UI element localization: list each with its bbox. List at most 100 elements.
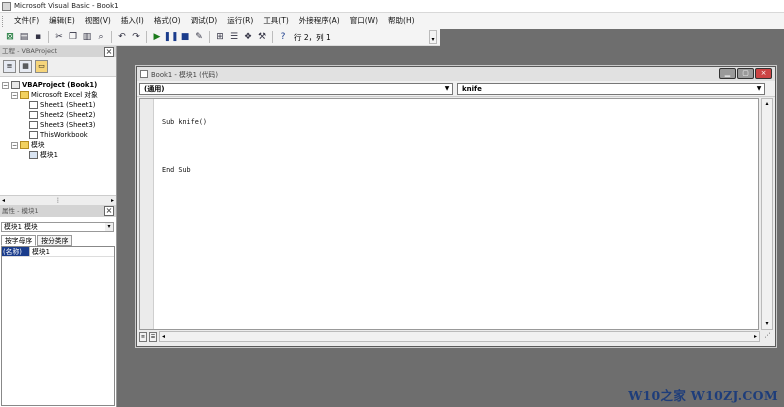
menu-file[interactable]: 文件(F) (9, 14, 44, 28)
properties-tabs: 按字母序 按分类序 (1, 235, 73, 246)
tree-node-sheet3[interactable]: Sheet3 (Sheet3) (2, 120, 115, 130)
paste-icon[interactable]: ▥ (81, 31, 93, 43)
code-margin[interactable] (140, 99, 154, 329)
view-code-icon[interactable]: ≡ (3, 60, 16, 73)
menu-help[interactable]: 帮助(H) (383, 14, 420, 28)
maximize-icon[interactable]: ▢ (737, 68, 754, 79)
code-vertical-scrollbar[interactable]: ▴ ▾ (761, 98, 773, 330)
tree-node-module1[interactable]: 模块1 (2, 150, 115, 160)
procedure-view-icon[interactable]: ≡ (139, 331, 147, 342)
resize-grip-icon[interactable]: ⋰ (762, 331, 773, 342)
chevron-down-icon[interactable]: ▼ (443, 85, 451, 93)
design-mode-icon[interactable]: ✎ (193, 31, 205, 43)
tree-node-project[interactable]: − VBAProject (Book1) (2, 80, 115, 90)
project-horizontal-scrollbar[interactable]: ◂ ⋮ ▸ (0, 195, 116, 205)
tab-alphabetic[interactable]: 按字母序 (1, 235, 37, 246)
project-explorer: 工程 - VBAProject × ≡ ▦ ▭ − VBAProject (Bo… (0, 46, 117, 205)
redo-icon[interactable]: ↷ (130, 31, 142, 43)
toolbar-separator (272, 31, 273, 43)
project-explorer-icon[interactable]: ⊞ (214, 31, 226, 43)
cursor-position: 行 2，列 1 (294, 32, 331, 42)
property-value[interactable]: 模块1 (29, 247, 50, 256)
title-bar: Microsoft Visual Basic - Book1 (0, 0, 784, 13)
window-controls: ▁ ▢ × (718, 68, 772, 79)
scroll-thumb-icon[interactable]: ⋮ (55, 197, 61, 204)
toolbar-options-icon[interactable]: ▾ (429, 30, 437, 44)
cut-icon[interactable]: ✂ (53, 31, 65, 43)
menu-edit[interactable]: 编辑(E) (44, 14, 80, 28)
insert-userform-icon[interactable]: ▤ (18, 31, 30, 43)
code-horizontal-scrollbar[interactable]: ◂ ▸ (159, 331, 760, 342)
full-module-view-icon[interactable]: ☰ (149, 331, 157, 342)
project-icon (11, 81, 20, 89)
scroll-left-icon[interactable]: ◂ (162, 333, 165, 340)
tree-node-modules[interactable]: − 模块 (2, 140, 115, 150)
minimize-icon[interactable]: ▁ (719, 68, 736, 79)
menu-insert[interactable]: 插入(I) (116, 14, 149, 28)
menu-tools[interactable]: 工具(T) (258, 14, 293, 28)
code-window-title-bar: Book1 - 模块1 (代码) ▁ ▢ × (137, 67, 775, 81)
chevron-down-icon[interactable]: ▼ (755, 85, 763, 93)
window-title: Microsoft Visual Basic - Book1 (14, 2, 119, 10)
menu-debug[interactable]: 调试(D) (186, 14, 223, 28)
scroll-right-icon[interactable]: ▸ (754, 332, 757, 341)
properties-icon[interactable]: ☰ (228, 31, 240, 43)
toolbox-icon[interactable]: ⚒ (256, 31, 268, 43)
collapse-icon[interactable]: − (11, 91, 18, 99)
close-icon[interactable]: × (104, 47, 114, 57)
menu-window[interactable]: 窗口(W) (345, 14, 383, 28)
scroll-down-icon[interactable]: ▾ (762, 319, 772, 329)
collapse-icon[interactable]: − (2, 81, 9, 89)
code-text[interactable]: Sub knife() End Sub (162, 102, 207, 190)
code-combos: (通用) ▼ knife ▼ (137, 81, 775, 97)
toggle-folders-icon[interactable]: ▭ (35, 60, 48, 73)
tree-node-excel-objects[interactable]: − Microsoft Excel 对象 (2, 90, 115, 100)
tree-node-thisworkbook[interactable]: ThisWorkbook (2, 130, 115, 140)
properties-title-bar: 属性 - 模块1 × (0, 205, 116, 217)
break-icon[interactable]: ❚❚ (163, 31, 178, 43)
property-name: (名称) (2, 247, 29, 256)
menu-addins[interactable]: 外接程序(A) (294, 14, 345, 28)
scroll-right-icon[interactable]: ▸ (111, 197, 114, 204)
code-line: End Sub (162, 166, 191, 174)
menu-format[interactable]: 格式(O) (149, 14, 186, 28)
folder-icon (20, 91, 29, 99)
tree-node-sheet1[interactable]: Sheet1 (Sheet1) (2, 100, 115, 110)
view-object-icon[interactable]: ▦ (19, 60, 32, 73)
excel-icon[interactable]: ⊠ (4, 31, 16, 43)
properties-title: 属性 - 模块1 (2, 207, 39, 215)
tab-categorized[interactable]: 按分类序 (37, 235, 73, 246)
close-icon[interactable]: × (755, 68, 772, 79)
reset-icon[interactable]: ■ (179, 31, 191, 43)
tree-node-sheet2[interactable]: Sheet2 (Sheet2) (2, 110, 115, 120)
property-row[interactable]: (名称) 模块1 (2, 247, 114, 257)
menu-run[interactable]: 运行(R) (222, 14, 258, 28)
properties-grid: (名称) 模块1 (1, 246, 115, 406)
toolbar-separator (209, 31, 210, 43)
folder-icon (20, 141, 29, 149)
object-selector-dropdown[interactable]: 模块1 模块 ▾ (1, 222, 114, 232)
collapse-icon[interactable]: − (11, 141, 18, 149)
help-icon[interactable]: ? (277, 31, 289, 43)
object-combo[interactable]: (通用) ▼ (139, 82, 453, 95)
project-explorer-title: 工程 - VBAProject (2, 47, 58, 55)
tree-node-label: 模块1 (40, 151, 58, 159)
menu-view[interactable]: 视图(V) (80, 14, 116, 28)
procedure-combo[interactable]: knife ▼ (457, 82, 765, 95)
object-browser-icon[interactable]: ❖ (242, 31, 254, 43)
undo-icon[interactable]: ↶ (116, 31, 128, 43)
scroll-up-icon[interactable]: ▴ (762, 99, 772, 109)
menu-grip[interactable] (2, 15, 5, 27)
run-icon[interactable]: ▶ (151, 31, 163, 43)
chevron-down-icon[interactable]: ▾ (105, 223, 113, 231)
code-editor[interactable]: Sub knife() End Sub (139, 98, 759, 330)
scroll-left-icon[interactable]: ◂ (2, 197, 5, 204)
code-window: Book1 - 模块1 (代码) ▁ ▢ × (通用) ▼ knife ▼ Su… (136, 66, 776, 347)
save-icon[interactable]: ▪ (32, 31, 44, 43)
standard-toolbar: ⊠ ▤ ▪ ✂ ❐ ▥ ⌕ ↶ ↷ ▶ ❚❚ ■ ✎ ⊞ ☰ ❖ ⚒ ? 行 2… (0, 29, 440, 46)
find-icon[interactable]: ⌕ (95, 31, 107, 43)
tree-node-label: 模块 (31, 141, 45, 149)
close-icon[interactable]: × (104, 206, 114, 216)
copy-icon[interactable]: ❐ (67, 31, 79, 43)
project-explorer-title-bar: 工程 - VBAProject × (0, 46, 116, 57)
